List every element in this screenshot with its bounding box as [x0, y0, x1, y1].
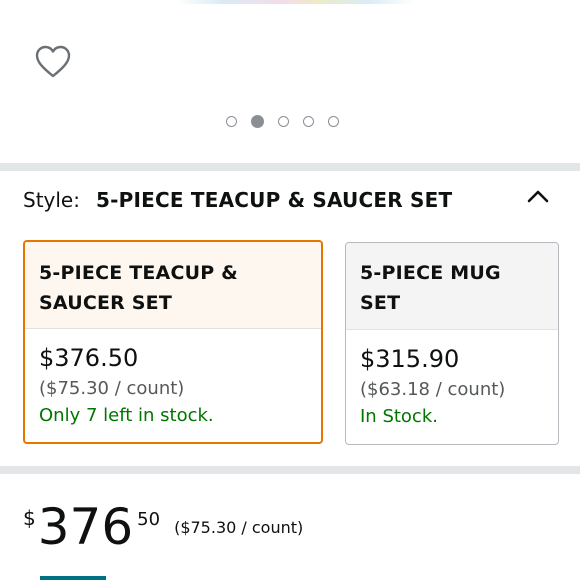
heart-icon[interactable]	[35, 45, 71, 79]
price-display: $ 376 50 ($75.30 / count)	[23, 496, 303, 558]
option-title-line: SAUCER SET	[39, 292, 173, 314]
chevron-up-icon[interactable]	[527, 188, 549, 204]
option-unit-price: ($75.30 / count)	[39, 378, 185, 399]
style-option-teacup-saucer-set[interactable]: 5-PIECE TEACUP & SAUCER SET $376.50 ($75…	[23, 240, 323, 444]
option-title-line: 5-PIECE MUG SET	[360, 262, 501, 314]
price-unit: ($75.30 / count)	[174, 518, 304, 537]
section-divider	[0, 163, 580, 171]
price-whole: 376	[37, 498, 134, 556]
option-title: 5-PIECE MUG SET	[346, 243, 558, 330]
price-currency: $	[23, 506, 36, 530]
option-unit-price: ($63.18 / count)	[360, 379, 506, 400]
carousel-dot[interactable]	[303, 116, 314, 127]
carousel-dot[interactable]	[278, 116, 289, 127]
option-stock-status: Only 7 left in stock.	[39, 405, 214, 426]
bottom-accent-bar	[40, 576, 106, 580]
style-label: Style:	[23, 188, 80, 212]
style-selected-value: 5-PIECE TEACUP & SAUCER SET	[95, 188, 453, 212]
carousel-dot[interactable]	[226, 116, 237, 127]
carousel-dot[interactable]	[328, 116, 339, 127]
product-image-gallery[interactable]	[0, 0, 580, 163]
option-title: 5-PIECE TEACUP & SAUCER SET	[25, 242, 321, 329]
option-price: $315.90	[360, 345, 460, 373]
product-image[interactable]	[175, 0, 415, 4]
option-stock-status: In Stock.	[360, 406, 438, 427]
option-price: $376.50	[39, 344, 139, 372]
price-fraction: 50	[137, 509, 161, 530]
style-header[interactable]: Style: 5-PIECE TEACUP & SAUCER SET	[23, 188, 452, 212]
style-option-mug-set[interactable]: 5-PIECE MUG SET $315.90 ($63.18 / count)…	[345, 242, 559, 445]
section-divider	[0, 466, 580, 474]
option-title-line: 5-PIECE TEACUP &	[39, 262, 238, 284]
carousel-dots	[226, 115, 339, 128]
carousel-dot-active[interactable]	[251, 115, 264, 128]
